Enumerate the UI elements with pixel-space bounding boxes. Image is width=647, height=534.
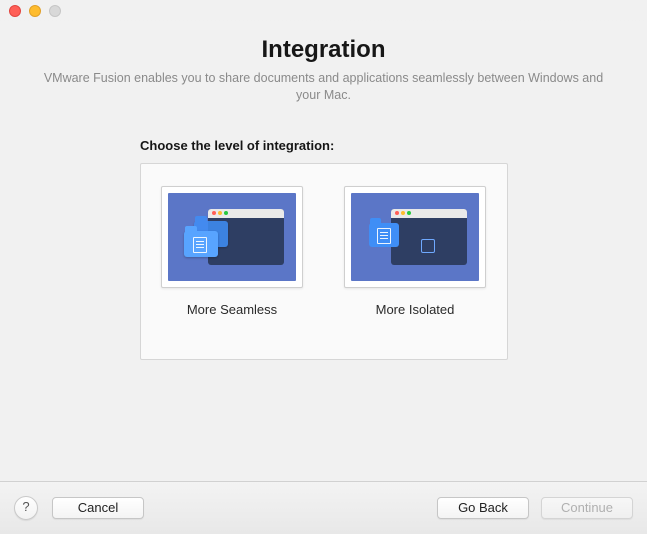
integration-options: More Seamless — [140, 163, 508, 360]
seamless-thumbnail — [161, 186, 303, 288]
continue-button: Continue — [541, 497, 633, 519]
page-title: Integration — [0, 36, 647, 64]
window-minimize-button[interactable] — [29, 5, 41, 17]
section-prompt: Choose the level of integration: — [140, 138, 647, 153]
window-close-button[interactable] — [9, 5, 21, 17]
titlebar — [0, 0, 647, 22]
option-isolated-label: More Isolated — [340, 302, 490, 317]
go-back-button[interactable]: Go Back — [437, 497, 529, 519]
option-more-seamless[interactable]: More Seamless — [157, 186, 307, 317]
option-more-isolated[interactable]: More Isolated — [340, 186, 490, 317]
cancel-button[interactable]: Cancel — [52, 497, 144, 519]
isolated-thumbnail — [344, 186, 486, 288]
footer-bar: ? Cancel Go Back Continue — [0, 481, 647, 534]
host-folder-icon — [369, 223, 399, 247]
help-button[interactable]: ? — [14, 496, 38, 520]
vm-content-icon — [421, 239, 435, 253]
page-subtitle: VMware Fusion enables you to share docum… — [32, 70, 615, 104]
installer-window: Integration VMware Fusion enables you to… — [0, 0, 647, 534]
option-seamless-label: More Seamless — [157, 302, 307, 317]
window-zoom-button — [49, 5, 61, 17]
content-area: Integration VMware Fusion enables you to… — [0, 22, 647, 481]
shared-docs-icon — [184, 217, 232, 265]
